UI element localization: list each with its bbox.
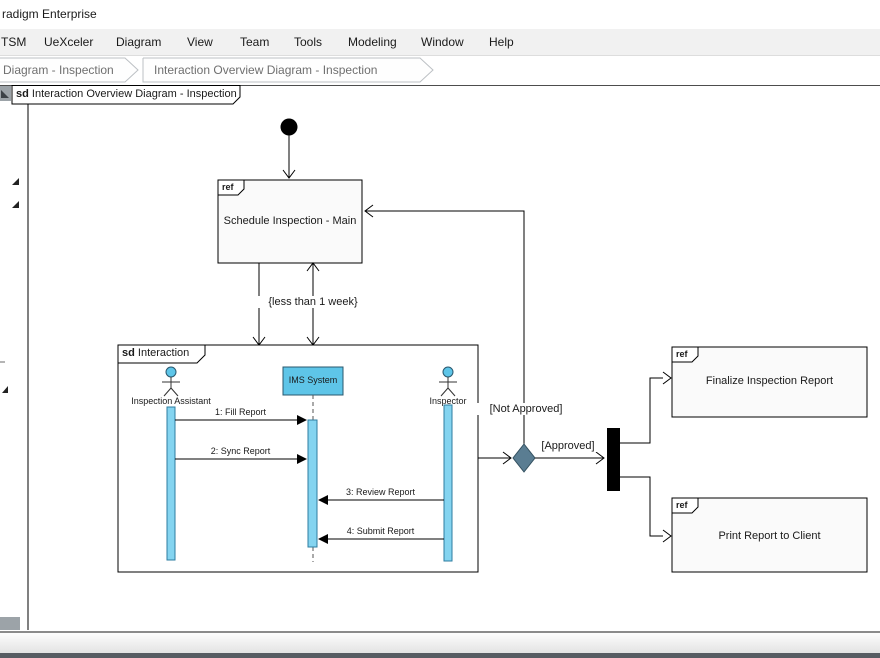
menu-item-tools[interactable]: Tools	[294, 29, 322, 55]
actor-label-assistant[interactable]: Inspection Assistant	[111, 396, 231, 406]
guard-label-approved[interactable]: [Approved]	[534, 440, 602, 452]
menu-item-view[interactable]: View	[187, 29, 213, 55]
frame-title: Interaction Overview Diagram - Inspectio…	[32, 88, 237, 100]
rail-arrow-icon-2[interactable]	[12, 201, 19, 208]
taskbar-strip	[0, 653, 880, 658]
diagram-canvas[interactable]: sd Interaction Overview Diagram - Inspec…	[0, 85, 880, 631]
rail-bottom-handle[interactable]	[0, 617, 20, 630]
constraint-label[interactable]: {less than 1 week}	[253, 296, 373, 308]
menu-item-diagram[interactable]: Diagram	[116, 29, 161, 55]
menu-item-modeling[interactable]: Modeling	[348, 29, 397, 55]
ref-label-finalize[interactable]: Finalize Inspection Report	[672, 375, 867, 387]
ref-keyword-print: ref	[676, 500, 688, 510]
menu-item-tsm[interactable]: TSM	[1, 29, 26, 55]
arrowhead-into-print	[663, 530, 671, 542]
message-label-sync-report[interactable]: 2: Sync Report	[175, 446, 306, 456]
menu-item-window[interactable]: Window	[421, 29, 464, 55]
activation-bar-inspector[interactable]	[444, 405, 452, 561]
message-label-submit-report[interactable]: 4: Submit Report	[317, 526, 444, 536]
breadcrumb-item-parent[interactable]: Diagram - Inspection	[3, 56, 114, 84]
interaction-keyword: sd	[122, 347, 135, 359]
message-label-fill-report[interactable]: 1: Fill Report	[175, 407, 306, 417]
menu-item-team[interactable]: Team	[240, 29, 269, 55]
diagram-frame-label[interactable]: sd Interaction Overview Diagram - Inspec…	[16, 88, 237, 100]
activation-bar-ims[interactable]	[308, 420, 317, 547]
rail-arrow-icon-3[interactable]	[2, 386, 8, 393]
interaction-title: Interaction	[138, 347, 189, 359]
breadcrumb-item-current[interactable]: Interaction Overview Diagram - Inspectio…	[154, 56, 377, 84]
status-bar	[0, 631, 880, 653]
frame-keyword: sd	[16, 88, 29, 100]
menu-bar: TSM UeXceler Diagram View Team Tools Mod…	[0, 29, 880, 56]
title-bar: radigm Enterprise	[0, 0, 880, 29]
activation-bar-assistant[interactable]	[167, 407, 175, 560]
edge-fork-to-finalize[interactable]	[620, 378, 663, 443]
breadcrumb-chevrons	[0, 56, 880, 85]
menu-item-help[interactable]: Help	[489, 29, 514, 55]
ref-keyword-finalize: ref	[676, 349, 688, 359]
ref-label-print[interactable]: Print Report to Client	[672, 530, 867, 542]
edge-fork-to-print[interactable]	[620, 477, 663, 536]
ref-keyword-schedule: ref	[222, 182, 234, 192]
ref-label-schedule[interactable]: Schedule Inspection - Main	[218, 215, 362, 227]
fork-node[interactable]	[607, 428, 620, 491]
rail-mark	[0, 361, 5, 363]
guard-label-not-approved[interactable]: [Not Approved]	[466, 403, 586, 415]
interaction-frame-label[interactable]: sd Interaction	[122, 347, 189, 359]
window-title: radigm Enterprise	[2, 7, 97, 21]
breadcrumb: Diagram - Inspection Interaction Overvie…	[0, 56, 880, 85]
lifeline-label-ims-system[interactable]: IMS System	[283, 375, 343, 385]
rail-arrow-icon-1[interactable]	[12, 178, 19, 185]
initial-node[interactable]	[281, 119, 298, 136]
decision-node[interactable]	[513, 444, 535, 472]
arrowhead-into-finalize	[663, 372, 671, 384]
menu-item-uexceler[interactable]: UeXceler	[44, 29, 93, 55]
message-label-review-report[interactable]: 3: Review Report	[317, 487, 444, 497]
